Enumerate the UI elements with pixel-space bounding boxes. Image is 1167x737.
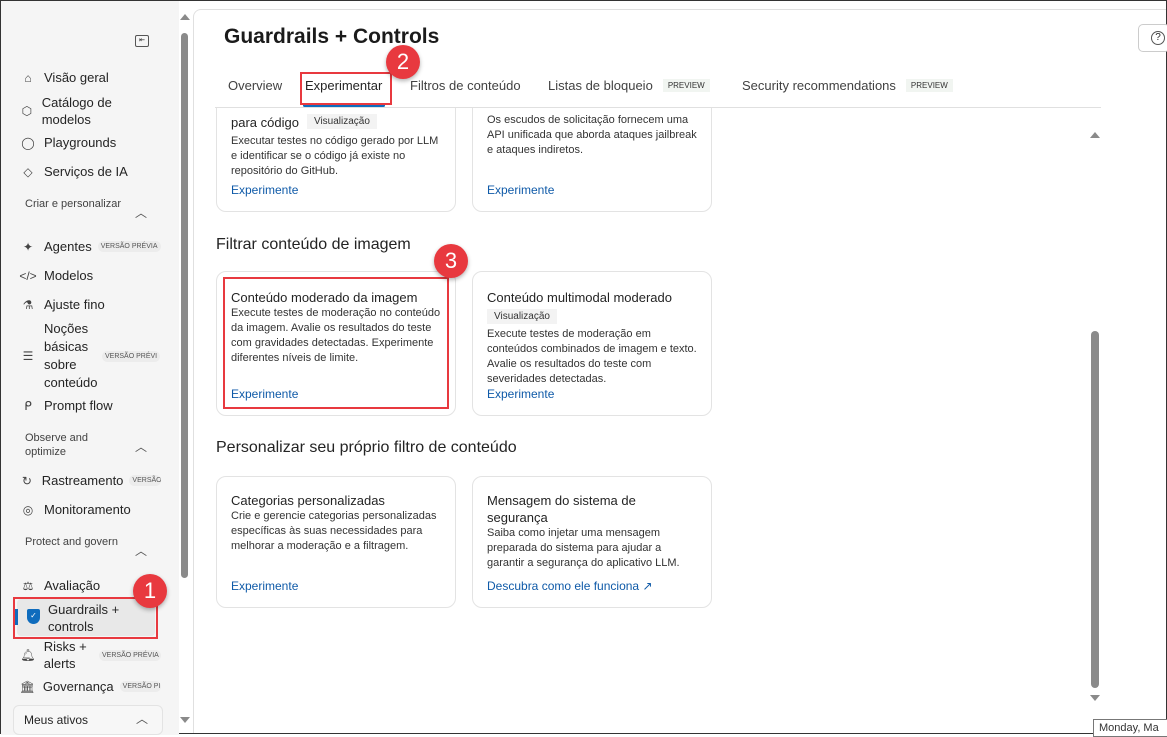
tab-blocklists[interactable]: Listas de bloqueio PREVIEW xyxy=(548,78,710,93)
cube-icon: ⬡ xyxy=(21,104,33,118)
code-icon: </> xyxy=(19,268,37,283)
safety-system-message-card: Mensagem do sistema de segurança Saiba c… xyxy=(472,476,712,608)
section-title-custom: Personalizar seu próprio filtro de conte… xyxy=(216,439,517,456)
agent-icon: ✦ xyxy=(22,239,34,254)
tab-security-recommendations[interactable]: Security recommendations PREVIEW xyxy=(742,78,953,93)
sidebar-item-content-understanding[interactable]: ☰ Noções básicas sobre conteúdo VERSÃO PRÉ… xyxy=(19,320,161,392)
try-it-link[interactable]: Experimente xyxy=(231,579,298,593)
sidebar-item-model-catalog[interactable]: ⬡ Catálogo de modelos xyxy=(19,94,149,128)
group-protect[interactable]: Protect and govern xyxy=(25,535,125,549)
sidebar-item-ai-services[interactable]: ◇ Serviços de IA xyxy=(19,164,127,179)
code-protection-card: para código Visualização Executar testes … xyxy=(216,108,456,212)
preview-badge: PREVIEW xyxy=(905,79,953,92)
try-it-link[interactable]: Experimente xyxy=(487,183,554,197)
sidebar-item-evaluation[interactable]: ⚖ Avaliação xyxy=(19,578,101,593)
tooltip: Monday, Ma xyxy=(1093,719,1167,737)
tab-overview[interactable]: Overview xyxy=(228,78,282,93)
sidebar-item-prompt-flow[interactable]: ᑭ Prompt flow xyxy=(19,398,112,413)
external-link-icon: ↗ xyxy=(642,579,653,593)
sidebar-item-monitoring[interactable]: ◎ Monitoramento xyxy=(19,502,131,517)
sidebar-item-models[interactable]: </> Modelos xyxy=(19,268,93,283)
step-badge: 1 xyxy=(133,574,167,608)
my-assets-section[interactable]: Meus ativos ︿ xyxy=(13,705,163,735)
try-it-link[interactable]: Experimente xyxy=(231,183,298,197)
collapse-sidebar-icon[interactable]: ⇤ xyxy=(135,35,149,47)
home-icon: ⌂ xyxy=(24,70,32,85)
document-icon: ☰ xyxy=(22,349,34,363)
sidebar-item-fine-tuning[interactable]: ⚗ Ajuste fino xyxy=(19,297,105,312)
step-badge: 3 xyxy=(434,244,468,278)
scale-icon: ⚖ xyxy=(22,578,34,593)
group-create[interactable]: Criar e personalizar xyxy=(25,197,125,211)
sidebar-item-playgrounds[interactable]: ◯ Playgrounds xyxy=(19,135,116,150)
chat-icon: ◯ xyxy=(21,135,35,150)
sidebar-scrollbar[interactable] xyxy=(179,11,191,731)
group-observe[interactable]: Observe and optimize xyxy=(25,431,125,459)
preview-badge: PREVIEW xyxy=(662,79,710,92)
chevron-up-icon[interactable]: ︿ xyxy=(135,204,147,221)
alert-icon: 🔔︎ xyxy=(20,648,36,662)
custom-categories-card: Categorias personalizadas Crie e gerenci… xyxy=(216,476,456,608)
sidebar-item-tracing[interactable]: ↻ Rastreamento VERSÃO xyxy=(19,473,161,488)
multimodal-moderation-card: Conteúdo multimodal moderado Visualizaçã… xyxy=(472,271,712,416)
prompt-shields-card: Os escudos de solicitação fornecem uma A… xyxy=(472,108,712,212)
section-title-image: Filtrar conteúdo de imagem xyxy=(216,236,411,253)
sidebar-item-risks[interactable]: 🔔︎ Risks + alerts VERSÃO PRÉVIA xyxy=(19,638,161,672)
learn-more-link[interactable]: Descubra como ele funciona ↗ xyxy=(487,579,653,593)
sidebar-item-governance[interactable]: 🏛︎ Governança VERSÃO PI xyxy=(19,679,161,694)
trace-icon: ↻ xyxy=(21,473,32,488)
tab-content-filters[interactable]: Filtros de conteúdo xyxy=(410,78,521,93)
sidebar-item-agents[interactable]: ✦ Agentes VERSÃO PRÉVIA xyxy=(19,239,161,254)
chevron-up-icon[interactable]: ︿ xyxy=(136,710,148,727)
highlight-box xyxy=(13,597,158,639)
help-button[interactable]: ? xyxy=(1138,24,1167,52)
try-it-link[interactable]: Experimente xyxy=(487,387,554,401)
flask-icon: ⚗ xyxy=(22,297,34,312)
monitor-icon: ◎ xyxy=(22,502,34,517)
chevron-up-icon[interactable]: ︿ xyxy=(135,542,147,559)
bank-icon: 🏛︎ xyxy=(19,679,36,694)
ai-services-icon: ◇ xyxy=(23,164,33,179)
sidebar-item-overview[interactable]: ⌂ Visão geral xyxy=(19,70,108,85)
highlight-box xyxy=(223,277,449,409)
preview-tag: Visualização xyxy=(487,309,557,324)
highlight-box xyxy=(300,72,392,105)
step-badge: 2 xyxy=(386,45,420,79)
flow-icon: ᑭ xyxy=(24,398,32,413)
chevron-up-icon[interactable]: ︿ xyxy=(135,438,147,455)
